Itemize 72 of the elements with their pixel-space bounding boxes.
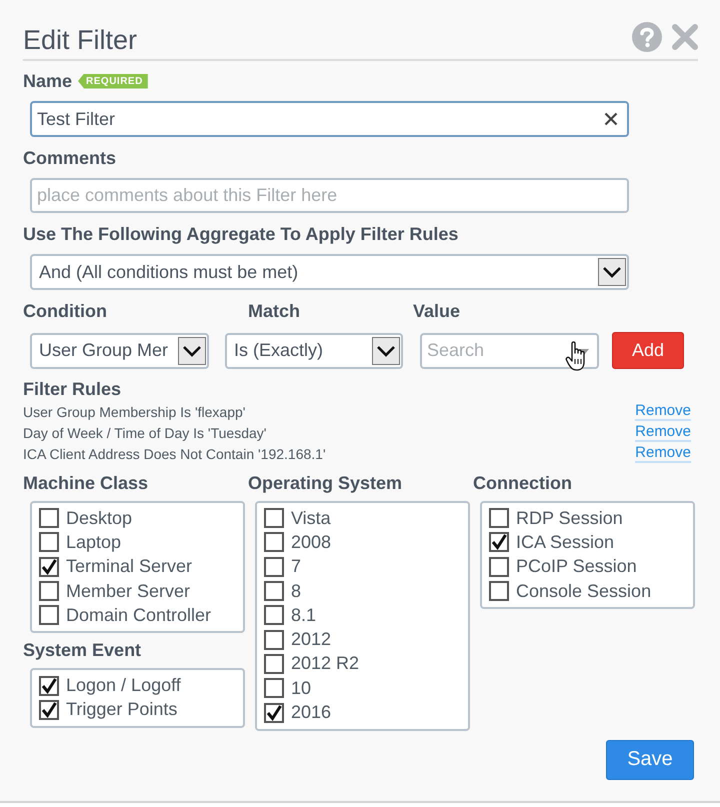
rule-text: User Group Membership Is 'flexapp' — [23, 404, 246, 420]
save-button[interactable]: Save — [606, 740, 694, 780]
rule-text: ICA Client Address Does Not Contain '192.168.1' — [23, 446, 326, 462]
checkbox-label: 10 — [291, 678, 312, 699]
checkbox[interactable] — [489, 508, 509, 528]
field-label: Value — [413, 301, 460, 321]
checkbox-label: Laptop — [66, 532, 122, 553]
field-label: Comments — [23, 148, 116, 168]
checkbox-label: 2012 — [291, 629, 332, 650]
checkbox[interactable] — [39, 581, 59, 602]
checkbox-label: Desktop — [66, 508, 132, 529]
checkbox[interactable] — [264, 654, 284, 674]
checkbox[interactable] — [264, 556, 284, 577]
dropdown-select[interactable]: User Group Mer — [30, 332, 209, 368]
chevron-down-icon — [178, 336, 206, 364]
chevron-down-icon — [598, 258, 626, 286]
checkbox[interactable] — [39, 676, 59, 696]
checkbox[interactable] — [264, 702, 284, 723]
checkbox-label: 2008 — [291, 532, 332, 553]
checkbox-label: 2016 — [291, 702, 332, 724]
remove-link[interactable]: Remove — [635, 402, 691, 421]
aggregate-select[interactable]: And (All conditions must be met) — [30, 254, 629, 290]
checkbox[interactable] — [39, 508, 59, 528]
checkbox-label: Vista — [291, 508, 331, 529]
dropdown-select[interactable]: Is (Exactly) — [225, 332, 403, 368]
checkbox-label: Logon / Logoff — [66, 675, 181, 696]
checkbox-label: RDP Session — [516, 508, 623, 529]
group-label: Connection — [473, 473, 572, 493]
checkbox-label: Member Server — [66, 580, 190, 602]
section-label: Filter Rules — [23, 379, 122, 399]
field-label: Condition — [23, 301, 107, 321]
checkbox[interactable] — [489, 556, 509, 577]
chevron-down-icon — [372, 336, 400, 364]
checkbox[interactable] — [264, 605, 284, 626]
checkbox[interactable] — [264, 532, 284, 552]
field-label: Name — [23, 71, 72, 91]
name-field[interactable]: Test Filter — [30, 101, 629, 137]
checkbox[interactable] — [39, 532, 59, 552]
add-button[interactable]: Add — [612, 332, 684, 369]
remove-link[interactable]: Remove — [635, 444, 691, 463]
hand-cursor-icon — [565, 340, 587, 372]
remove-link[interactable]: Remove — [635, 423, 691, 442]
comments-field[interactable]: place comments about this Filter here — [30, 178, 629, 213]
checkbox[interactable] — [264, 678, 284, 698]
clear-icon[interactable] — [604, 112, 618, 126]
checkbox-label: PCoIP Session — [516, 556, 637, 578]
required-badge: REQUIRED — [78, 74, 148, 88]
field-label: Match — [248, 301, 300, 321]
group-label: Operating System — [248, 473, 402, 493]
checkbox-label: 8.1 — [291, 604, 316, 626]
dialog-title: Edit Filter — [23, 24, 138, 56]
field-label: Use The Following Aggregate To Apply Filter Rules — [23, 224, 458, 244]
checkbox-label: 7 — [291, 556, 302, 578]
checkbox-label: Terminal Server — [66, 556, 192, 578]
checkbox-label: ICA Session — [516, 532, 614, 553]
checkbox[interactable] — [264, 581, 284, 602]
search-field[interactable]: Search — [420, 332, 599, 368]
checkbox[interactable] — [39, 700, 59, 720]
rule-text: Day of Week / Time of Day Is 'Tuesday' — [23, 424, 266, 440]
checkbox[interactable] — [489, 581, 509, 602]
checkbox[interactable] — [39, 556, 59, 577]
checkbox[interactable] — [489, 532, 509, 552]
checkbox-label: Trigger Points — [66, 699, 178, 720]
checkbox-label: 2012 R2 — [291, 653, 360, 674]
checkbox[interactable] — [264, 630, 284, 650]
checkbox[interactable] — [39, 605, 59, 626]
checkbox-label: Domain Controller — [66, 604, 212, 626]
group-label: System Event — [23, 640, 142, 660]
checkbox-label: Console Session — [516, 580, 652, 602]
checkbox-label: 8 — [291, 580, 302, 602]
checkbox[interactable] — [264, 508, 284, 528]
group-label: Machine Class — [23, 473, 148, 493]
